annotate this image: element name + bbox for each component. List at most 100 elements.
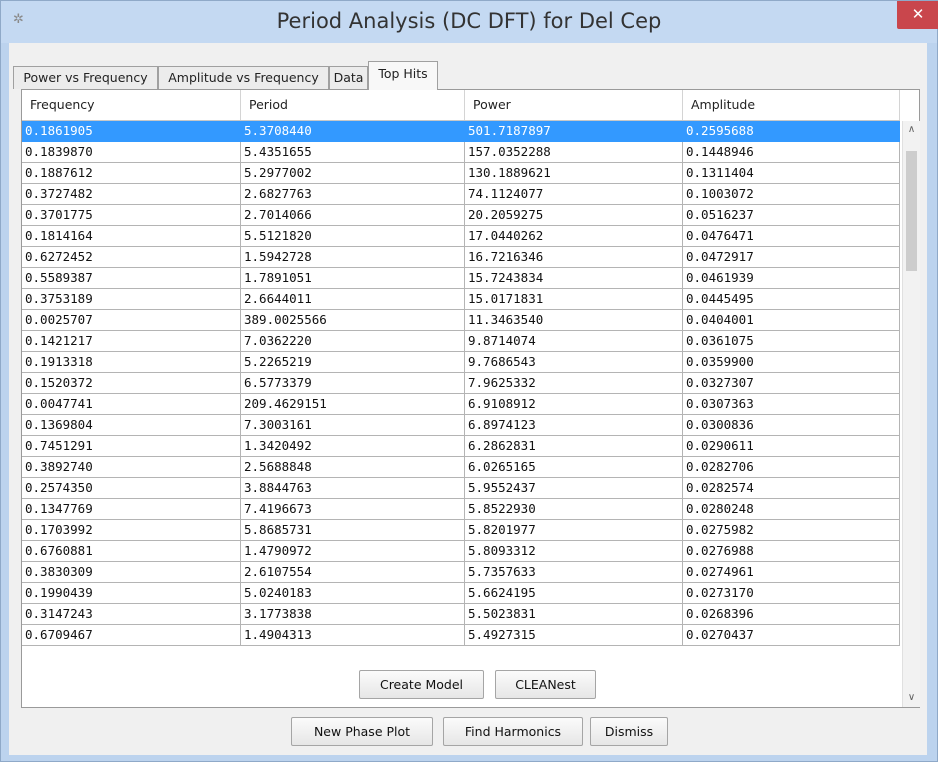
cell-period[interactable]: 2.5688848 (241, 457, 465, 478)
cell-amplitude[interactable]: 0.0359900 (683, 352, 900, 373)
cell-period[interactable]: 7.0362220 (241, 331, 465, 352)
cell-power[interactable]: 15.0171831 (465, 289, 683, 310)
cell-period[interactable]: 5.2265219 (241, 352, 465, 373)
cell-frequency[interactable]: 0.1814164 (22, 226, 241, 247)
cell-power[interactable]: 16.7216346 (465, 247, 683, 268)
cell-frequency[interactable]: 0.0047741 (22, 394, 241, 415)
cell-amplitude[interactable]: 0.0274961 (683, 562, 900, 583)
table-row[interactable]: 0.1814164 5.5121820 17.0440262 0.0476471 (22, 226, 900, 247)
cell-power[interactable]: 6.2862831 (465, 436, 683, 457)
cell-power[interactable]: 6.0265165 (465, 457, 683, 478)
cell-power[interactable]: 5.8201977 (465, 520, 683, 541)
table-row[interactable]: 0.7451291 1.3420492 6.2862831 0.0290611 (22, 436, 900, 457)
table-row[interactable]: 0.1421217 7.0362220 9.8714074 0.0361075 (22, 331, 900, 352)
column-header-period[interactable]: Period (241, 90, 465, 120)
cell-frequency[interactable]: 0.6272452 (22, 247, 241, 268)
cell-period[interactable]: 3.1773838 (241, 604, 465, 625)
cell-period[interactable]: 1.3420492 (241, 436, 465, 457)
cell-period[interactable]: 5.5121820 (241, 226, 465, 247)
cell-amplitude[interactable]: 0.1311404 (683, 163, 900, 184)
cell-amplitude[interactable]: 0.2595688 (683, 121, 900, 142)
cell-period[interactable]: 5.2977002 (241, 163, 465, 184)
cell-frequency[interactable]: 0.7451291 (22, 436, 241, 457)
cell-period[interactable]: 5.3708440 (241, 121, 465, 142)
cell-power[interactable]: 5.8522930 (465, 499, 683, 520)
table-row[interactable]: 0.1347769 7.4196673 5.8522930 0.0280248 (22, 499, 900, 520)
cell-amplitude[interactable]: 0.0290611 (683, 436, 900, 457)
cell-frequency[interactable]: 0.1703992 (22, 520, 241, 541)
scroll-down-icon[interactable]: ∨ (903, 689, 920, 707)
table-row[interactable]: 0.1887612 5.2977002 130.1889621 0.1311404 (22, 163, 900, 184)
cell-frequency[interactable]: 0.3727482 (22, 184, 241, 205)
cell-frequency[interactable]: 0.1913318 (22, 352, 241, 373)
cell-amplitude[interactable]: 0.0268396 (683, 604, 900, 625)
table-row[interactable]: 0.0047741 209.4629151 6.9108912 0.0307363 (22, 394, 900, 415)
cell-power[interactable]: 6.9108912 (465, 394, 683, 415)
cell-power[interactable]: 7.9625332 (465, 373, 683, 394)
table-row[interactable]: 0.3701775 2.7014066 20.2059275 0.0516237 (22, 205, 900, 226)
cell-frequency[interactable]: 0.3892740 (22, 457, 241, 478)
find-harmonics-button[interactable]: Find Harmonics (443, 717, 583, 746)
title-bar[interactable]: ✲ Period Analysis (DC DFT) for Del Cep ✕ (1, 1, 938, 43)
cell-amplitude[interactable]: 0.0273170 (683, 583, 900, 604)
cell-period[interactable]: 2.6827763 (241, 184, 465, 205)
cell-amplitude[interactable]: 0.0282706 (683, 457, 900, 478)
cell-period[interactable]: 7.3003161 (241, 415, 465, 436)
cell-frequency[interactable]: 0.1369804 (22, 415, 241, 436)
cell-period[interactable]: 2.6107554 (241, 562, 465, 583)
cell-period[interactable]: 5.8685731 (241, 520, 465, 541)
cell-amplitude[interactable]: 0.0445495 (683, 289, 900, 310)
cell-period[interactable]: 1.5942728 (241, 247, 465, 268)
cell-power[interactable]: 130.1889621 (465, 163, 683, 184)
cell-period[interactable]: 389.0025566 (241, 310, 465, 331)
cell-power[interactable]: 15.7243834 (465, 268, 683, 289)
tab-amplitude-vs-frequency[interactable]: Amplitude vs Frequency (158, 66, 329, 89)
vertical-scrollbar[interactable]: ∧ ∨ (902, 121, 920, 707)
close-button[interactable]: ✕ (897, 1, 938, 29)
cell-amplitude[interactable]: 0.0275982 (683, 520, 900, 541)
cell-frequency[interactable]: 0.1421217 (22, 331, 241, 352)
cell-frequency[interactable]: 0.6709467 (22, 625, 241, 646)
cell-period[interactable]: 2.7014066 (241, 205, 465, 226)
create-model-button[interactable]: Create Model (359, 670, 484, 699)
cell-power[interactable]: 9.8714074 (465, 331, 683, 352)
cell-amplitude[interactable]: 0.1448946 (683, 142, 900, 163)
cell-period[interactable]: 1.4790972 (241, 541, 465, 562)
cell-amplitude[interactable]: 0.0472917 (683, 247, 900, 268)
cell-period[interactable]: 2.6644011 (241, 289, 465, 310)
table-row[interactable]: 0.3830309 2.6107554 5.7357633 0.0274961 (22, 562, 900, 583)
table-row[interactable]: 0.3727482 2.6827763 74.1124077 0.1003072 (22, 184, 900, 205)
scroll-thumb[interactable] (906, 151, 917, 271)
cell-amplitude[interactable]: 0.0270437 (683, 625, 900, 646)
table-row[interactable]: 0.5589387 1.7891051 15.7243834 0.0461939 (22, 268, 900, 289)
table-row[interactable]: 0.6760881 1.4790972 5.8093312 0.0276988 (22, 541, 900, 562)
cell-amplitude[interactable]: 0.0307363 (683, 394, 900, 415)
table-row[interactable]: 0.1839870 5.4351655 157.0352288 0.1448946 (22, 142, 900, 163)
cell-power[interactable]: 20.2059275 (465, 205, 683, 226)
cell-amplitude[interactable]: 0.0280248 (683, 499, 900, 520)
table-row[interactable]: 0.1990439 5.0240183 5.6624195 0.0273170 (22, 583, 900, 604)
cell-amplitude[interactable]: 0.0516237 (683, 205, 900, 226)
cell-amplitude[interactable]: 0.1003072 (683, 184, 900, 205)
cell-period[interactable]: 209.4629151 (241, 394, 465, 415)
cell-power[interactable]: 9.7686543 (465, 352, 683, 373)
cell-frequency[interactable]: 0.3701775 (22, 205, 241, 226)
table-row[interactable]: 0.3147243 3.1773838 5.5023831 0.0268396 (22, 604, 900, 625)
cell-amplitude[interactable]: 0.0276988 (683, 541, 900, 562)
cell-amplitude[interactable]: 0.0327307 (683, 373, 900, 394)
cleanest-button[interactable]: CLEANest (495, 670, 596, 699)
table-row[interactable]: 0.1520372 6.5773379 7.9625332 0.0327307 (22, 373, 900, 394)
cell-power[interactable]: 5.8093312 (465, 541, 683, 562)
cell-power[interactable]: 5.7357633 (465, 562, 683, 583)
cell-power[interactable]: 11.3463540 (465, 310, 683, 331)
cell-frequency[interactable]: 0.1887612 (22, 163, 241, 184)
cell-amplitude[interactable]: 0.0361075 (683, 331, 900, 352)
cell-period[interactable]: 6.5773379 (241, 373, 465, 394)
cell-power[interactable]: 157.0352288 (465, 142, 683, 163)
cell-period[interactable]: 3.8844763 (241, 478, 465, 499)
cell-frequency[interactable]: 0.1990439 (22, 583, 241, 604)
table-row[interactable]: 0.0025707 389.0025566 11.3463540 0.0404001 (22, 310, 900, 331)
cell-amplitude[interactable]: 0.0300836 (683, 415, 900, 436)
cell-power[interactable]: 5.9552437 (465, 478, 683, 499)
cell-frequency[interactable]: 0.3753189 (22, 289, 241, 310)
